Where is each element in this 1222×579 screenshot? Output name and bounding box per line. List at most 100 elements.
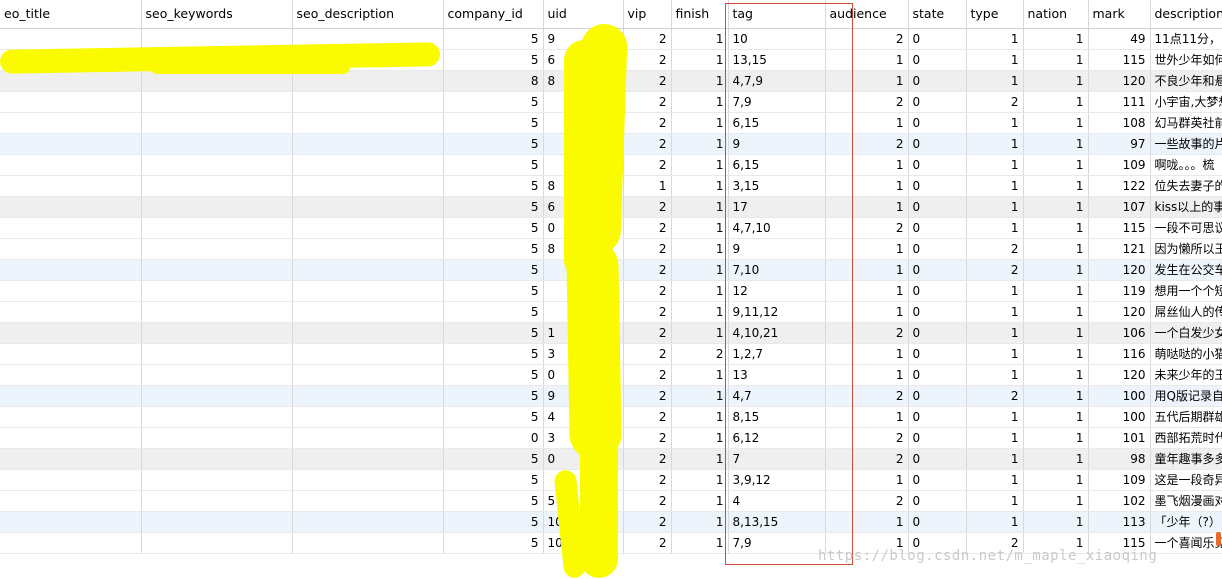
cell-vip[interactable]: 2 <box>623 280 672 302</box>
cell-seo-keywords[interactable] <box>141 280 293 302</box>
cell-nation[interactable]: 1 <box>1023 448 1089 470</box>
cell-finish[interactable]: 1 <box>671 532 729 554</box>
cell-seo-keywords[interactable] <box>141 532 293 554</box>
cell-company-id[interactable]: 5 <box>443 175 544 197</box>
cell-seo-description[interactable] <box>292 280 444 302</box>
cell-seo-description[interactable] <box>292 154 444 176</box>
cell-type[interactable]: 1 <box>966 364 1024 386</box>
cell-vip[interactable]: 2 <box>623 238 672 260</box>
cell-type[interactable]: 1 <box>966 217 1024 239</box>
cell-vip[interactable]: 2 <box>623 196 672 218</box>
cell-description[interactable]: 幻马群英社前 <box>1150 112 1222 134</box>
cell-mark[interactable]: 122 <box>1088 175 1151 197</box>
cell-finish[interactable]: 1 <box>671 133 729 155</box>
cell-nation[interactable]: 1 <box>1023 49 1089 71</box>
cell-company-id[interactable]: 5 <box>443 133 544 155</box>
cell-nation[interactable]: 1 <box>1023 175 1089 197</box>
cell-state[interactable]: 0 <box>908 448 967 470</box>
cell-state[interactable]: 0 <box>908 154 967 176</box>
cell-company-id[interactable]: 5 <box>443 406 544 428</box>
cell-seo-description[interactable] <box>292 511 444 533</box>
cell-finish[interactable]: 1 <box>671 28 729 50</box>
cell-company-id[interactable]: 5 <box>443 259 544 281</box>
cell-vip[interactable]: 2 <box>623 448 672 470</box>
cell-type[interactable]: 1 <box>966 28 1024 50</box>
cell-vip[interactable]: 2 <box>623 112 672 134</box>
cell-state[interactable]: 0 <box>908 196 967 218</box>
cell-state[interactable]: 0 <box>908 490 967 512</box>
cell-mark[interactable]: 106 <box>1088 322 1151 344</box>
cell-finish[interactable]: 2 <box>671 343 729 365</box>
cell-finish[interactable]: 1 <box>671 427 729 449</box>
cell-eo-title[interactable] <box>0 406 142 428</box>
cell-eo-title[interactable] <box>0 133 142 155</box>
cell-finish[interactable]: 1 <box>671 259 729 281</box>
cell-finish[interactable]: 1 <box>671 511 729 533</box>
cell-company-id[interactable]: 5 <box>443 91 544 113</box>
column-header-finish[interactable]: finish <box>671 0 729 29</box>
cell-vip[interactable]: 2 <box>623 217 672 239</box>
cell-seo-description[interactable] <box>292 175 444 197</box>
cell-mark[interactable]: 49 <box>1088 28 1151 50</box>
cell-seo-keywords[interactable] <box>141 490 293 512</box>
cell-seo-keywords[interactable] <box>141 133 293 155</box>
cell-eo-title[interactable] <box>0 280 142 302</box>
cell-description[interactable]: 11点11分，i <box>1150 28 1222 50</box>
cell-vip[interactable]: 2 <box>623 28 672 50</box>
cell-seo-keywords[interactable] <box>141 217 293 239</box>
cell-eo-title[interactable] <box>0 364 142 386</box>
cell-vip[interactable]: 2 <box>623 406 672 428</box>
cell-nation[interactable]: 1 <box>1023 301 1089 323</box>
cell-eo-title[interactable] <box>0 532 142 554</box>
cell-seo-keywords[interactable] <box>141 406 293 428</box>
cell-nation[interactable]: 1 <box>1023 154 1089 176</box>
cell-type[interactable]: 1 <box>966 490 1024 512</box>
cell-mark[interactable]: 107 <box>1088 196 1151 218</box>
cell-nation[interactable]: 1 <box>1023 385 1089 407</box>
cell-company-id[interactable]: 5 <box>443 154 544 176</box>
cell-company-id[interactable]: 5 <box>443 112 544 134</box>
cell-finish[interactable]: 1 <box>671 70 729 92</box>
cell-mark[interactable]: 115 <box>1088 217 1151 239</box>
cell-mark[interactable]: 108 <box>1088 112 1151 134</box>
cell-nation[interactable]: 1 <box>1023 28 1089 50</box>
column-header-vip[interactable]: vip <box>623 0 672 29</box>
column-header-eo-title[interactable]: eo_title <box>0 0 142 29</box>
cell-description[interactable]: 想用一个个短 <box>1150 280 1222 302</box>
cell-vip[interactable]: 2 <box>623 469 672 491</box>
cell-finish[interactable]: 1 <box>671 49 729 71</box>
cell-mark[interactable]: 120 <box>1088 259 1151 281</box>
cell-seo-description[interactable] <box>292 259 444 281</box>
cell-seo-keywords[interactable] <box>141 175 293 197</box>
cell-company-id[interactable]: 5 <box>443 385 544 407</box>
cell-eo-title[interactable] <box>0 175 142 197</box>
cell-mark[interactable]: 100 <box>1088 406 1151 428</box>
cell-seo-keywords[interactable] <box>141 322 293 344</box>
cell-eo-title[interactable] <box>0 343 142 365</box>
cell-eo-title[interactable] <box>0 322 142 344</box>
cell-nation[interactable]: 1 <box>1023 196 1089 218</box>
cell-description[interactable]: 未来少年的王 <box>1150 364 1222 386</box>
cell-eo-title[interactable] <box>0 238 142 260</box>
cell-description[interactable]: 「少年（?） <box>1150 511 1222 533</box>
cell-description[interactable]: 不良少年和悬 <box>1150 70 1222 92</box>
cell-state[interactable]: 0 <box>908 469 967 491</box>
cell-state[interactable]: 0 <box>908 91 967 113</box>
cell-seo-description[interactable] <box>292 112 444 134</box>
cell-description[interactable]: 用Q版记录自 <box>1150 385 1222 407</box>
cell-eo-title[interactable] <box>0 196 142 218</box>
cell-seo-keywords[interactable] <box>141 469 293 491</box>
cell-eo-title[interactable] <box>0 154 142 176</box>
cell-vip[interactable]: 2 <box>623 154 672 176</box>
cell-state[interactable]: 0 <box>908 322 967 344</box>
cell-seo-keywords[interactable] <box>141 259 293 281</box>
cell-mark[interactable]: 119 <box>1088 280 1151 302</box>
cell-seo-keywords[interactable] <box>141 427 293 449</box>
cell-vip[interactable]: 2 <box>623 490 672 512</box>
cell-eo-title[interactable] <box>0 427 142 449</box>
cell-nation[interactable]: 1 <box>1023 133 1089 155</box>
cell-state[interactable]: 0 <box>908 364 967 386</box>
cell-eo-title[interactable] <box>0 385 142 407</box>
cell-seo-description[interactable] <box>292 364 444 386</box>
cell-company-id[interactable]: 5 <box>443 322 544 344</box>
